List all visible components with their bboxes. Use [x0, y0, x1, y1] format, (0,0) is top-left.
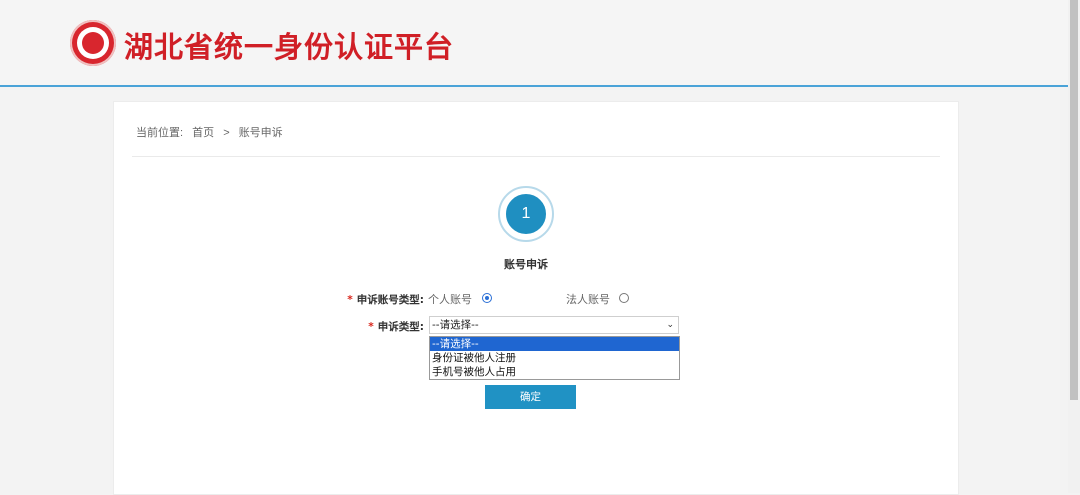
breadcrumb-current: 账号申诉	[238, 127, 283, 139]
required-mark: *	[347, 294, 353, 306]
main-panel: 当前位置: 首页 > 账号申诉 1 账号申诉 * 申诉账号类型: 个人账号 法人账…	[113, 101, 959, 495]
legal-account-radio[interactable]	[619, 293, 629, 303]
step-indicator: 1	[498, 186, 554, 242]
dropdown-option[interactable]: 手机号被他人占用	[430, 365, 679, 379]
breadcrumb-prefix: 当前位置:	[136, 127, 184, 139]
site-header: 湖北省统一身份认证平台	[0, 0, 1068, 87]
appeal-type-dropdown[interactable]: --请选择-- 身份证被他人注册 手机号被他人占用	[429, 336, 680, 380]
divider	[132, 156, 940, 157]
breadcrumb-separator: >	[223, 127, 230, 139]
appeal-type-label: * 申诉类型:	[368, 321, 424, 333]
personal-account-label[interactable]: 个人账号	[428, 291, 472, 307]
appeal-type-select[interactable]: --请选择-- ⌄	[429, 316, 679, 334]
vertical-scrollbar[interactable]	[1068, 0, 1080, 493]
personal-account-radio[interactable]	[482, 293, 492, 303]
step-label: 账号申诉	[504, 258, 548, 271]
scrollbar-thumb[interactable]	[1070, 0, 1078, 400]
step-number: 1	[504, 192, 548, 236]
appeal-type-selected-value: --请选择--	[432, 319, 479, 331]
legal-account-label[interactable]: 法人账号	[566, 291, 610, 307]
required-mark: *	[368, 321, 374, 333]
account-type-label: * 申诉账号类型:	[347, 294, 424, 306]
emblem-logo-icon	[70, 20, 116, 66]
breadcrumb: 当前位置: 首页 > 账号申诉	[136, 124, 289, 140]
dropdown-option[interactable]: 身份证被他人注册	[430, 351, 679, 365]
confirm-button[interactable]: 确定	[485, 385, 576, 409]
dropdown-option[interactable]: --请选择--	[430, 337, 679, 351]
breadcrumb-home-link[interactable]: 首页	[192, 127, 214, 139]
site-title: 湖北省统一身份认证平台	[124, 30, 455, 64]
chevron-down-icon: ⌄	[666, 320, 674, 330]
